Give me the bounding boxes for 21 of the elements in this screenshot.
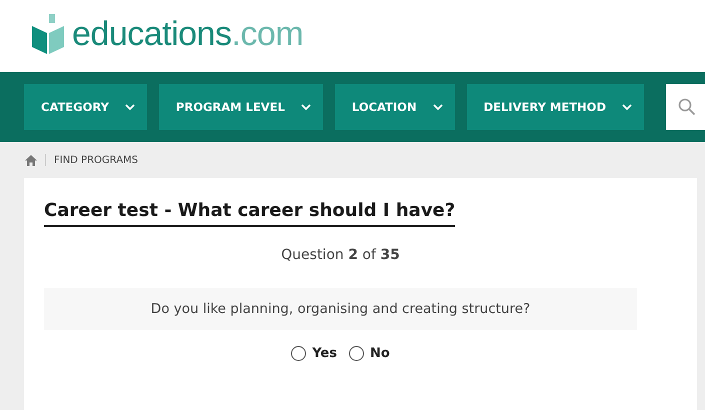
search-icon [678, 98, 696, 116]
page-title: Career test - What career should I have? [44, 200, 456, 227]
answer-label[interactable]: No [370, 346, 390, 361]
caret-icon [124, 104, 135, 110]
category-dropdown[interactable]: PROGRAM LEVEL [158, 84, 323, 130]
question-text: Do you like planning, organising and creating structure? [44, 288, 637, 330]
question-counter: Question 2 of 35 [280, 247, 401, 263]
caret-icon [432, 104, 443, 110]
caret-icon [622, 104, 632, 110]
search-field[interactable] [666, 84, 705, 130]
breadcrumb-link[interactable]: FIND PROGRAMS [54, 154, 138, 166]
category-dropdown[interactable]: DELIVERY METHOD [466, 84, 644, 130]
logo-text[interactable]: educations.com [72, 14, 304, 54]
category-dropdown[interactable]: LOCATION [334, 84, 455, 130]
radio-button[interactable] [291, 346, 306, 361]
home-icon[interactable] [25, 154, 37, 166]
radio-button[interactable] [348, 346, 364, 361]
caret-icon [300, 104, 311, 110]
book-logo-icon [32, 14, 64, 54]
answer-label[interactable]: Yes [312, 346, 337, 361]
category-dropdown[interactable]: CATEGORY [24, 84, 147, 130]
